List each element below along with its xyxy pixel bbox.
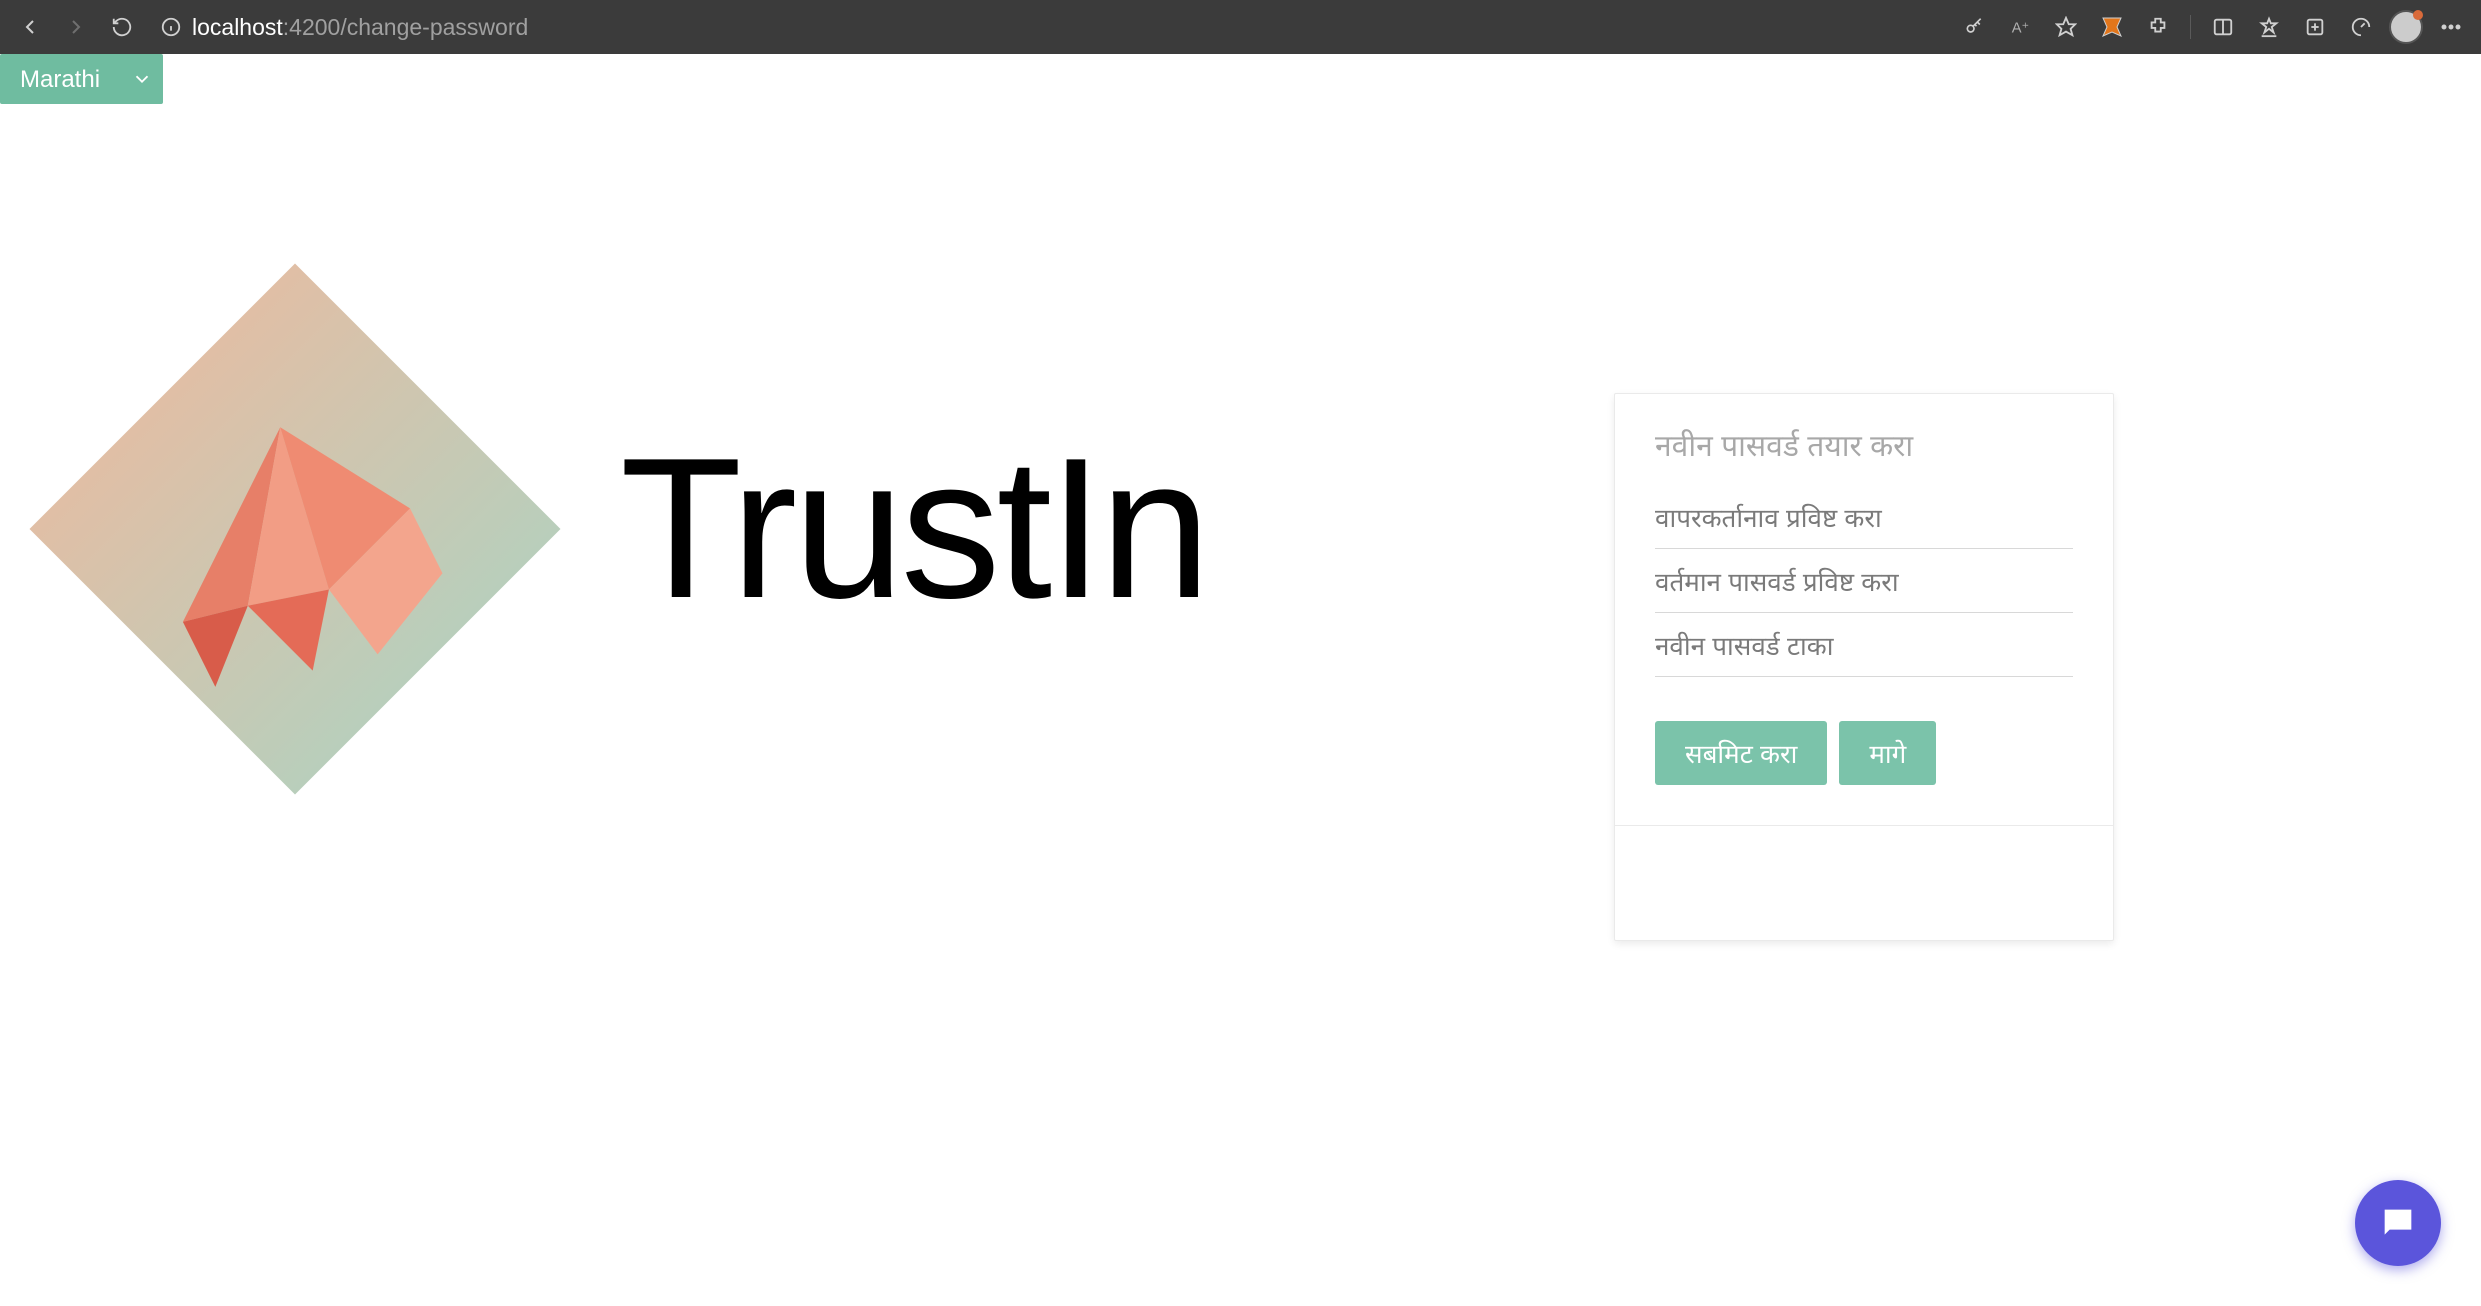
- favorite-icon[interactable]: [2048, 9, 2084, 45]
- change-password-card: नवीन पासवर्ड तयार करा सबमिट करा मागे: [1614, 393, 2114, 941]
- chat-fab[interactable]: [2355, 1180, 2441, 1266]
- split-icon[interactable]: [2205, 9, 2241, 45]
- chat-icon: [2378, 1203, 2418, 1243]
- forward-button[interactable]: [58, 9, 94, 45]
- performance-icon[interactable]: [2343, 9, 2379, 45]
- svg-text:A⁺: A⁺: [2012, 21, 2030, 37]
- submit-button[interactable]: सबमिट करा: [1655, 721, 1827, 785]
- new-password-input[interactable]: [1655, 613, 2073, 677]
- form-title: नवीन पासवर्ड तयार करा: [1655, 424, 2073, 465]
- brand-block: TrustIn: [0, 234, 1207, 824]
- current-password-input[interactable]: [1655, 549, 2073, 613]
- notification-dot: [2413, 10, 2423, 20]
- username-input[interactable]: [1655, 485, 2073, 549]
- card-footer: [1615, 825, 2113, 940]
- reader-icon[interactable]: A⁺: [2002, 9, 2038, 45]
- toolbar-divider: [2190, 15, 2191, 39]
- favorites-bar-icon[interactable]: [2251, 9, 2287, 45]
- site-info-icon: [160, 16, 182, 38]
- extensions-icon[interactable]: [2140, 9, 2176, 45]
- browser-chrome: localhost:4200/change-password A⁺: [0, 0, 2481, 54]
- collections-icon[interactable]: [2297, 9, 2333, 45]
- back-button[interactable]: मागे: [1839, 721, 1936, 785]
- url-text: localhost:4200/change-password: [192, 14, 528, 41]
- logo-icon: [0, 234, 590, 824]
- page-content: Marathi TrustIn नवीन पासवर्ड तया: [0, 54, 2481, 1306]
- metamask-icon[interactable]: [2094, 9, 2130, 45]
- password-icon[interactable]: [1956, 9, 1992, 45]
- more-icon[interactable]: [2433, 9, 2469, 45]
- reload-button[interactable]: [104, 9, 140, 45]
- brand-name: TrustIn: [620, 414, 1207, 644]
- back-button[interactable]: [12, 9, 48, 45]
- address-bar[interactable]: localhost:4200/change-password: [150, 9, 1946, 45]
- language-selector[interactable]: Marathi: [0, 54, 163, 104]
- profile-button[interactable]: [2389, 9, 2423, 45]
- avatar-icon: [2389, 10, 2423, 44]
